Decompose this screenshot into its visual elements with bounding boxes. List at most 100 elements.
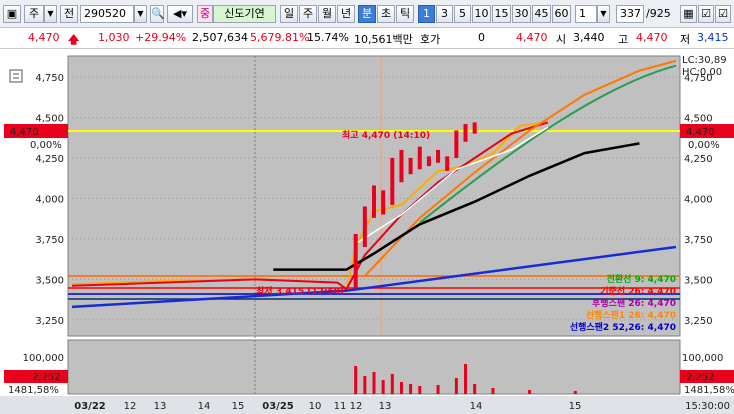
tab-week[interactable]: 주	[299, 5, 317, 23]
candle	[353, 234, 358, 288]
hoga-label: 호가	[420, 33, 441, 46]
volume-bar	[354, 366, 358, 394]
page-counter[interactable]: 337	[616, 5, 644, 23]
interval-15[interactable]: 15	[492, 5, 511, 23]
price-tick-label: 4,000	[684, 194, 713, 205]
interval-45[interactable]: 45	[532, 5, 551, 23]
jeon-button[interactable]: 전	[60, 5, 78, 23]
price-tick-label: 4,750	[35, 73, 64, 84]
window-icon[interactable]: ▣	[3, 5, 21, 23]
low-label: 저	[680, 33, 691, 46]
x-tick-label: 13	[379, 401, 392, 412]
volume-bar	[390, 374, 394, 394]
price-change-pct: +29.94%	[135, 31, 187, 44]
volume: 2,507,634	[192, 31, 248, 44]
interval-30[interactable]: 30	[512, 5, 531, 23]
price-tick-label: 3,500	[684, 275, 713, 286]
volume-bar	[454, 378, 458, 394]
price-change: 1,030	[98, 31, 130, 44]
checkbox-icon[interactable]: ☑	[715, 5, 731, 23]
stock-code-input[interactable]: 290520	[80, 5, 134, 23]
trade-amount: 10,561백만	[354, 33, 413, 46]
tab-month[interactable]: 월	[318, 5, 336, 23]
x-tick-label: 03/25	[262, 401, 294, 412]
x-tick-label: 10	[309, 401, 322, 412]
volume-pct-right: 1481,58%	[684, 385, 734, 396]
price-tick-label: 4,500	[684, 114, 713, 125]
interval-60[interactable]: 60	[552, 5, 571, 23]
count-input[interactable]: 1	[575, 5, 597, 23]
tab-day[interactable]: 일	[280, 5, 298, 23]
volume-bar	[372, 372, 376, 394]
interval-1[interactable]: 1	[418, 5, 435, 23]
candle	[399, 149, 404, 183]
interval-10[interactable]: 10	[472, 5, 491, 23]
left-axis-panel	[0, 50, 68, 396]
candle	[381, 190, 386, 215]
x-tick-label: 03/22	[74, 401, 106, 412]
high-label: 고	[618, 33, 629, 46]
chevron-down-icon[interactable]: ▼	[597, 5, 610, 23]
x-tick-label: 12	[124, 401, 137, 412]
candle	[362, 206, 367, 247]
lc-label: LC:30,89	[682, 55, 727, 66]
chevron-down-icon[interactable]: ▼	[134, 5, 147, 23]
tab-second[interactable]: 초	[377, 5, 395, 23]
chart-settings-icon[interactable]	[9, 69, 23, 83]
interval-5[interactable]: 5	[454, 5, 471, 23]
interval-3[interactable]: 3	[436, 5, 453, 23]
candle	[454, 130, 459, 158]
speaker-icon[interactable]: ◀▾	[167, 5, 193, 23]
open-value: 3,440	[573, 31, 605, 44]
volume-bar	[381, 380, 385, 394]
pct-tag-left: 0,00%	[30, 140, 62, 151]
chevron-down-icon[interactable]: ▼	[44, 5, 57, 23]
ichimoku-label-leading2: 선행스팬2 52,26: 4,470	[570, 321, 676, 333]
ichimoku-label-conversion: 전환선 9: 4,470	[607, 273, 676, 285]
tab-minute[interactable]: 분	[358, 5, 376, 23]
hc-label: HC:0,00	[682, 67, 722, 78]
ichimoku-label-lagging: 후행스팬 26: 4,470	[592, 297, 676, 309]
price-chart[interactable]: 4,7504,5004,2504,0003,7503,5003,250 4,75…	[0, 50, 734, 414]
toolbar: ▣ 주 ▼ 전 290520 ▼ 🔍 ◀▾ 중 신도기연 일 주 월 년 분 초…	[0, 0, 734, 28]
tab-year[interactable]: 년	[337, 5, 355, 23]
chart-area[interactable]: 4,750 4,500 4,250 4,000 3,750 3,500 3,250 4,75…	[0, 50, 734, 414]
tab-tick[interactable]: 틱	[396, 5, 414, 23]
ichimoku-label-leading1: 선행스팬1 26: 4,470	[586, 309, 676, 321]
candle	[472, 122, 477, 134]
low-value: 3,415	[697, 31, 729, 44]
up-arrow-icon: 🡅	[68, 33, 80, 46]
candle	[390, 157, 395, 205]
volume-bar	[409, 384, 413, 394]
volume-bar	[464, 364, 468, 394]
stock-name: 신도기연	[213, 5, 276, 23]
volume-bar	[418, 386, 422, 394]
high-annotation: 최고 4,470 (14:10)	[342, 129, 430, 141]
x-tick-label: 12	[350, 401, 363, 412]
volume-pct-left: 1481,58%	[8, 385, 59, 396]
hoga-value: 0	[478, 31, 485, 44]
candle	[426, 156, 431, 167]
price-tick-label: 4,500	[35, 114, 64, 125]
price-tick-label: 4,250	[684, 154, 713, 165]
search-icon[interactable]: 🔍	[150, 5, 165, 23]
price-tag-right-text: 4,470	[686, 127, 715, 138]
ichimoku-label-base: 기준선 26: 4,470	[600, 285, 676, 297]
market-select[interactable]: 주	[24, 5, 44, 23]
pct-tag-right: 0,00%	[688, 140, 720, 151]
checkbox-icon[interactable]: ☑	[698, 5, 714, 23]
price-tick-label: 4,250	[35, 154, 64, 165]
price-tag-left-text: 4,470	[10, 127, 39, 138]
current-price: 4,470	[28, 31, 60, 44]
volume-bar	[528, 390, 532, 394]
candle	[436, 149, 441, 163]
hoga-price: 4,470	[516, 31, 548, 44]
page-total: /925	[646, 7, 671, 20]
volume-bar	[573, 391, 577, 394]
grid-icon[interactable]: ▦	[680, 5, 697, 23]
x-tick-label: 14	[198, 401, 211, 412]
volume-bar	[399, 382, 403, 394]
turnover-pct: 15.74%	[307, 31, 349, 44]
price-tick-label: 3,750	[35, 235, 64, 246]
stock-badge: 중	[197, 5, 213, 23]
